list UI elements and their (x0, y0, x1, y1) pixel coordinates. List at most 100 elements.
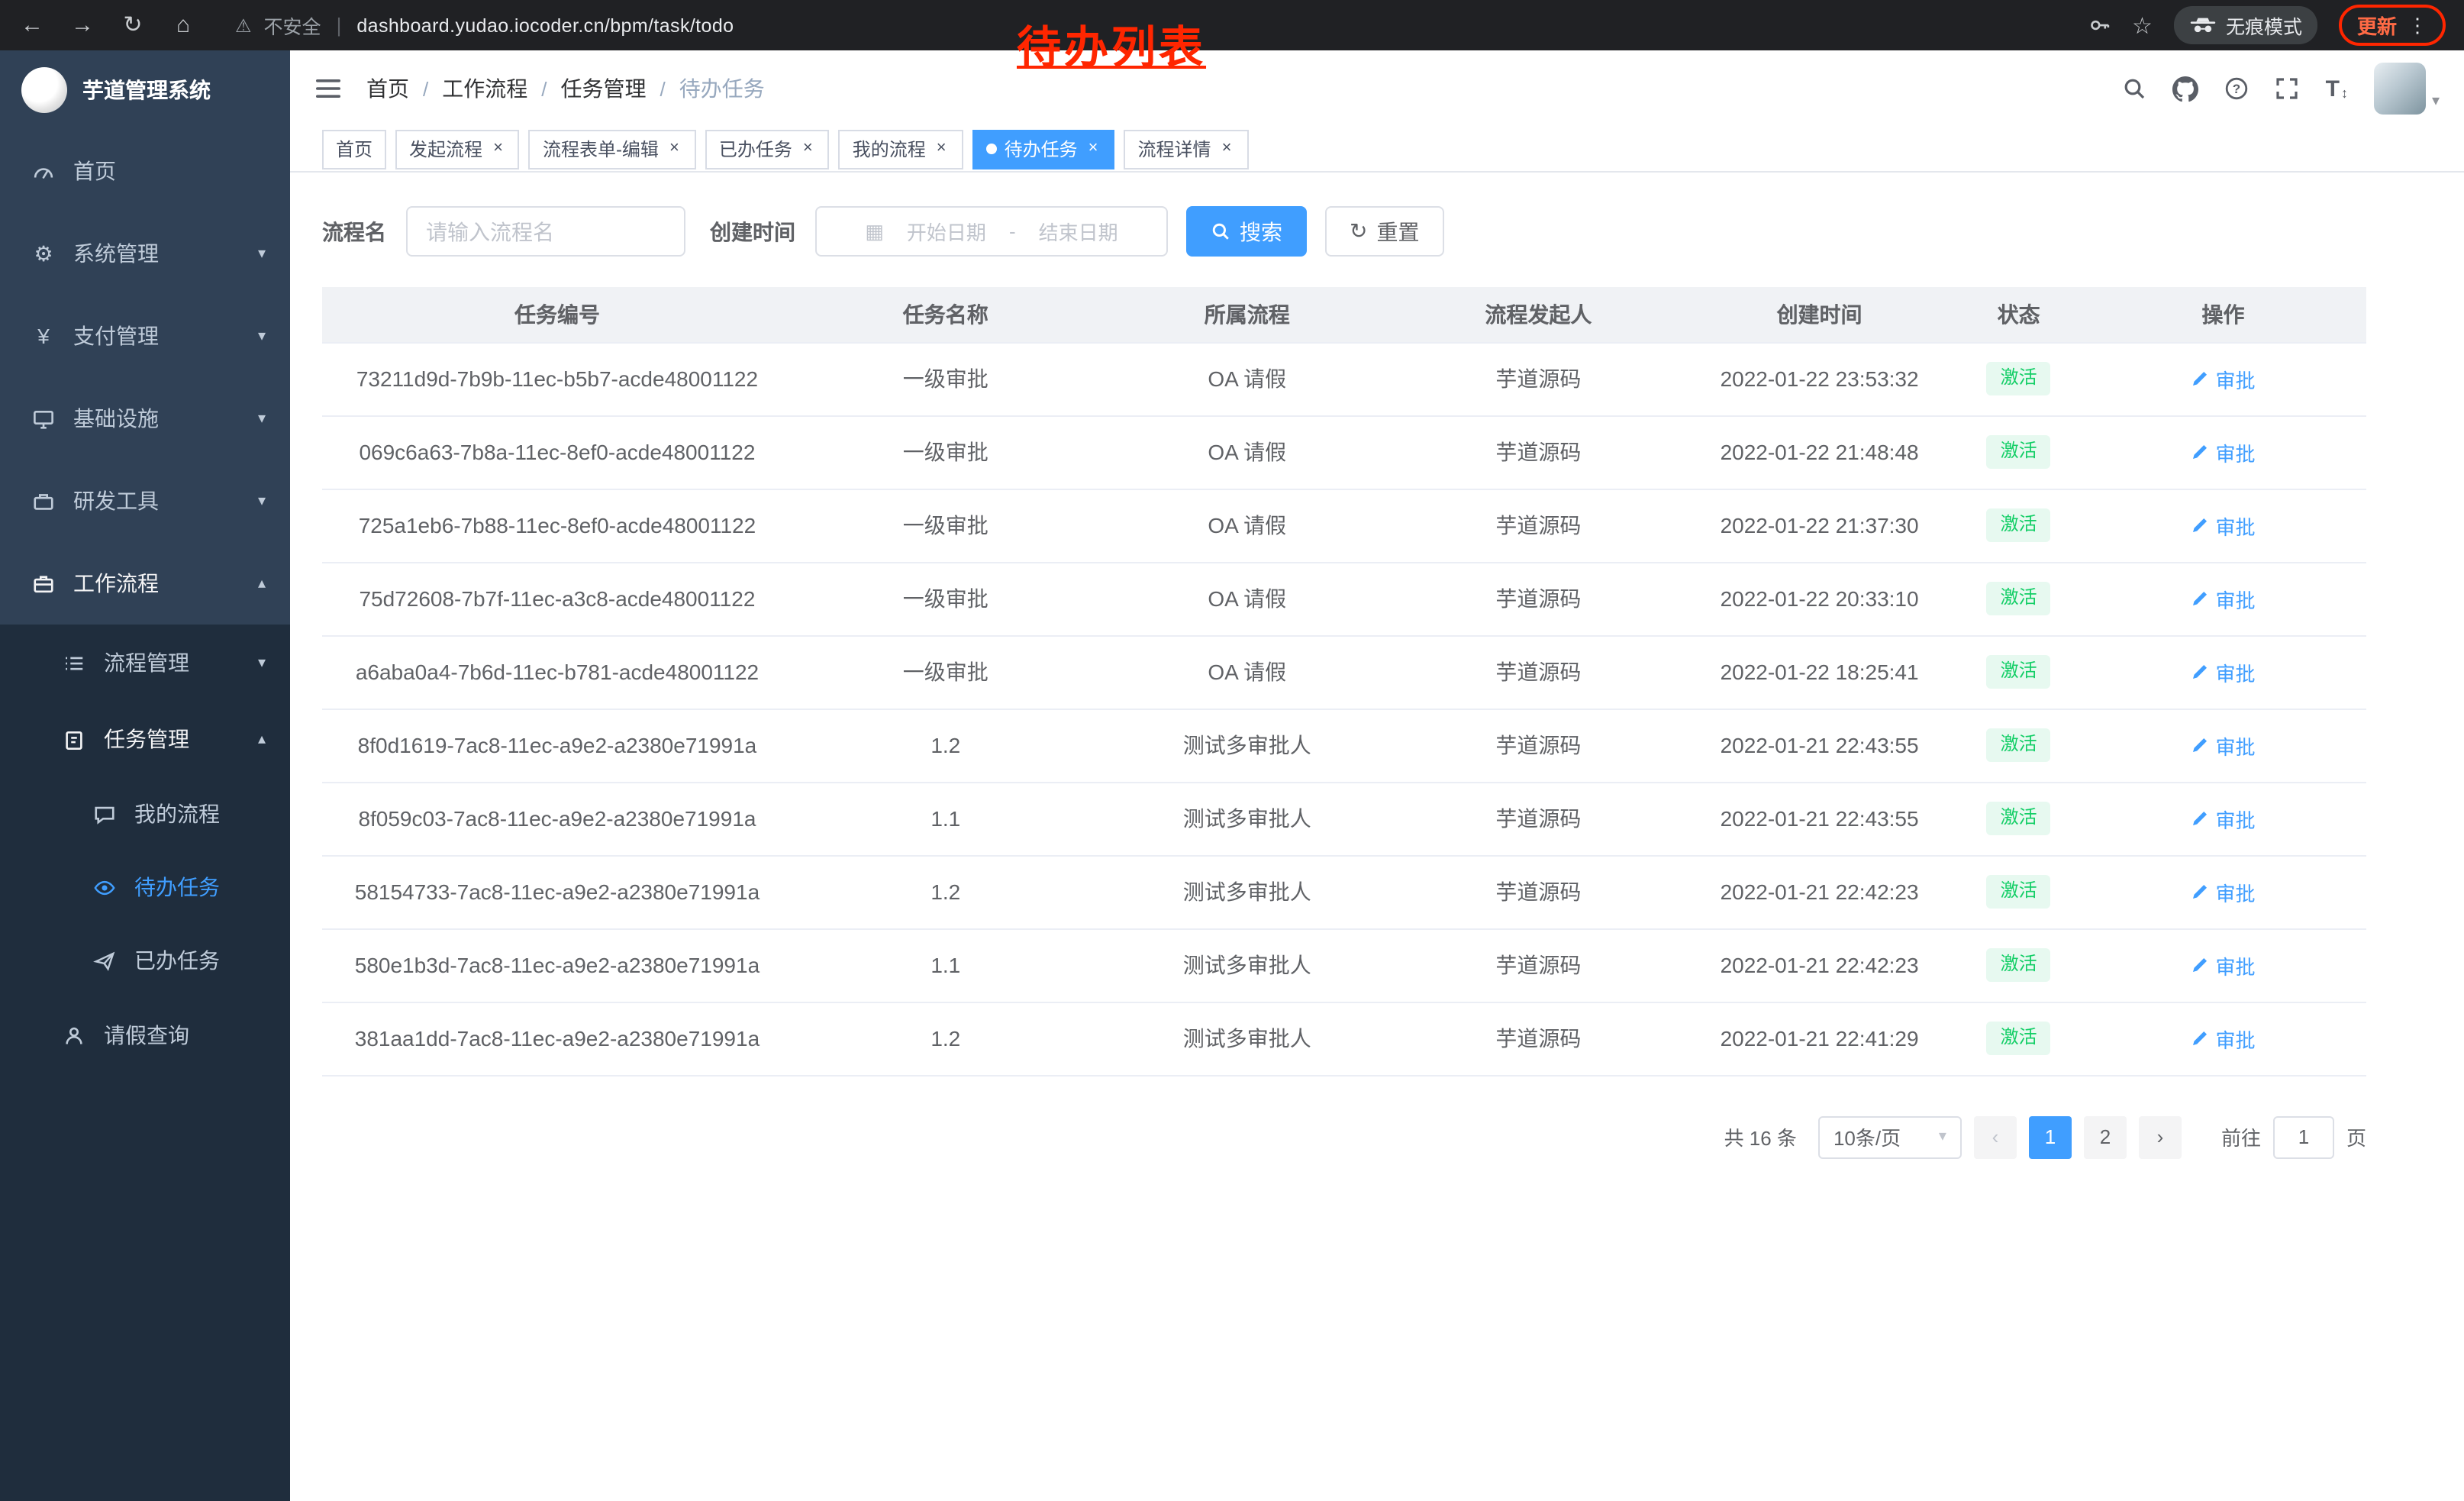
cell-initiator: 芋道源码 (1395, 782, 1682, 855)
search-button[interactable]: 搜索 (1186, 206, 1307, 257)
approve-link[interactable]: 审批 (2191, 437, 2255, 466)
cell-task-name: 1.1 (792, 928, 1099, 1002)
table-row: 8f0d1619-7ac8-11ec-a9e2-a2380e71991a 1.2… (322, 709, 2366, 782)
process-name-input[interactable] (406, 206, 685, 257)
approve-link[interactable]: 审批 (2191, 804, 2255, 833)
sidebar-item-todo-tasks[interactable]: 待办任务 (0, 851, 290, 924)
sidebar-item-process-mgmt[interactable]: 流程管理 ▾ (0, 625, 290, 701)
tab-process-detail[interactable]: 流程详情 × (1124, 129, 1249, 169)
close-icon[interactable]: × (1085, 139, 1101, 159)
reset-button[interactable]: ↻ 重置 (1325, 206, 1443, 257)
page-button-2[interactable]: 2 (2084, 1115, 2127, 1158)
close-icon[interactable]: × (1219, 139, 1235, 159)
tab-done-tasks[interactable]: 已办任务 × (705, 129, 830, 169)
tab-start-process[interactable]: 发起流程 × (395, 129, 520, 169)
sidebar-item-devtools[interactable]: 研发工具 ▾ (0, 460, 290, 542)
filter-bar: 流程名 创建时间 ▦ 开始日期 - 结束日期 搜索 (322, 206, 2366, 257)
table-row: 580e1b3d-7ac8-11ec-a9e2-a2380e71991a 1.1… (322, 928, 2366, 1002)
goto-page-input[interactable] (2273, 1115, 2334, 1158)
sidebar-item-label: 已办任务 (134, 945, 220, 976)
prev-page-button[interactable]: ‹ (1974, 1115, 2017, 1158)
sidebar-item-workflow[interactable]: 工作流程 ▴ (0, 542, 290, 625)
sidebar-item-home[interactable]: 首页 (0, 130, 290, 212)
status-badge: 激活 (1987, 582, 2051, 615)
update-label[interactable]: 更新 (2357, 11, 2397, 40)
tab-todo-tasks[interactable]: 待办任务 × (972, 129, 1115, 169)
cell-initiator: 芋道源码 (1395, 342, 1682, 415)
hamburger-icon[interactable] (314, 76, 342, 101)
cell-process: OA 请假 (1099, 635, 1395, 709)
sidebar-item-done-tasks[interactable]: 已办任务 (0, 924, 290, 997)
reload-icon[interactable]: ↻ (119, 0, 147, 50)
tab-home[interactable]: 首页 (322, 129, 386, 169)
update-button[interactable]: 更新 ⋮ (2339, 5, 2446, 46)
annotation-text: 待办列表 (1017, 12, 1206, 76)
sidebar-item-leave-query[interactable]: 请假查询 (0, 997, 290, 1073)
tab-my-process[interactable]: 我的流程 × (839, 129, 963, 169)
tab-label: 待办任务 (1005, 136, 1078, 162)
address-bar[interactable]: ⚠ 不安全 | dashboard.yudao.iocoder.cn/bpm/t… (235, 11, 734, 40)
process-name-label: 流程名 (322, 216, 386, 247)
cell-process: 测试多审批人 (1099, 709, 1395, 782)
close-icon[interactable]: × (666, 139, 682, 159)
breadcrumb-home[interactable]: 首页 (366, 73, 409, 104)
menu-dots-icon[interactable]: ⋮ (2408, 13, 2427, 37)
tab-form-edit[interactable]: 流程表单-编辑 × (529, 129, 696, 169)
goto-label: 前往 (2221, 1122, 2261, 1151)
sidebar-item-system[interactable]: ⚙ 系统管理 ▾ (0, 212, 290, 295)
close-icon[interactable]: × (934, 139, 950, 159)
create-time-range-picker[interactable]: ▦ 开始日期 - 结束日期 (815, 206, 1168, 257)
back-icon[interactable]: ← (18, 0, 46, 50)
search-icon[interactable] (2123, 76, 2147, 101)
home-icon[interactable]: ⌂ (169, 0, 197, 50)
approve-link[interactable]: 审批 (2191, 584, 2255, 613)
status-badge: 激活 (1987, 1022, 2051, 1054)
sidebar-item-my-process[interactable]: 我的流程 (0, 777, 290, 851)
col-task-id: 任务编号 (322, 287, 792, 342)
page-button-1[interactable]: 1 (2029, 1115, 2072, 1158)
bookmark-star-icon[interactable]: ☆ (2132, 11, 2153, 39)
github-icon[interactable] (2173, 76, 2199, 102)
approve-link[interactable]: 审批 (2191, 1024, 2255, 1053)
approve-link[interactable]: 审批 (2191, 731, 2255, 760)
cell-create-time: 2022-01-22 21:37:30 (1682, 489, 1958, 562)
sidebar-item-task-mgmt[interactable]: 任务管理 ▴ (0, 701, 290, 777)
pagination-total: 共 16 条 (1724, 1122, 1797, 1151)
sidebar-item-payment[interactable]: ¥ 支付管理 ▾ (0, 295, 290, 377)
incognito-label: 无痕模式 (2226, 11, 2302, 40)
approve-link[interactable]: 审批 (2191, 364, 2255, 393)
breadcrumb-separator: / (660, 77, 666, 100)
font-size-icon[interactable]: T↕ (2326, 76, 2348, 102)
url-text[interactable]: dashboard.yudao.iocoder.cn/bpm/task/todo (356, 15, 734, 36)
tags-view: 首页 发起流程 × 流程表单-编辑 × 已办任务 × 我的流程 × (290, 127, 2464, 173)
security-label[interactable]: 不安全 (264, 11, 321, 40)
forward-icon[interactable]: → (69, 0, 96, 50)
sidebar-item-infra[interactable]: 基础设施 ▾ (0, 377, 290, 460)
list-icon (61, 651, 87, 674)
user-menu[interactable]: ▾ (2374, 63, 2440, 115)
cell-initiator: 芋道源码 (1395, 489, 1682, 562)
cell-task-id: 580e1b3d-7ac8-11ec-a9e2-a2380e71991a (322, 928, 792, 1002)
app-logo-row: 芋道管理系统 (0, 50, 290, 130)
app-logo (21, 67, 67, 113)
breadcrumb-task-mgmt[interactable]: 任务管理 (561, 73, 647, 104)
fullscreen-icon[interactable] (2275, 76, 2300, 101)
approve-link[interactable]: 审批 (2191, 951, 2255, 980)
cell-task-id: 58154733-7ac8-11ec-a9e2-a2380e71991a (322, 855, 792, 928)
cell-task-id: 75d72608-7b7f-11ec-a3c8-acde48001122 (322, 562, 792, 635)
approve-link[interactable]: 审批 (2191, 511, 2255, 540)
approve-link[interactable]: 审批 (2191, 657, 2255, 686)
table-row: 73211d9d-7b9b-11ec-b5b7-acde48001122 一级审… (322, 342, 2366, 415)
edit-icon (2191, 589, 2209, 608)
key-icon[interactable] (2088, 14, 2111, 37)
close-icon[interactable]: × (490, 139, 506, 159)
edit-icon (2191, 809, 2209, 828)
help-icon[interactable]: ? (2225, 76, 2250, 101)
cell-status: 激活 (1957, 562, 2080, 635)
monitor-icon (31, 407, 56, 430)
close-icon[interactable]: × (800, 139, 816, 159)
breadcrumb-workflow[interactable]: 工作流程 (442, 73, 527, 104)
next-page-button[interactable]: › (2139, 1115, 2182, 1158)
approve-link[interactable]: 审批 (2191, 877, 2255, 906)
page-size-select[interactable]: 10条/页 ▾ (1818, 1115, 1962, 1158)
